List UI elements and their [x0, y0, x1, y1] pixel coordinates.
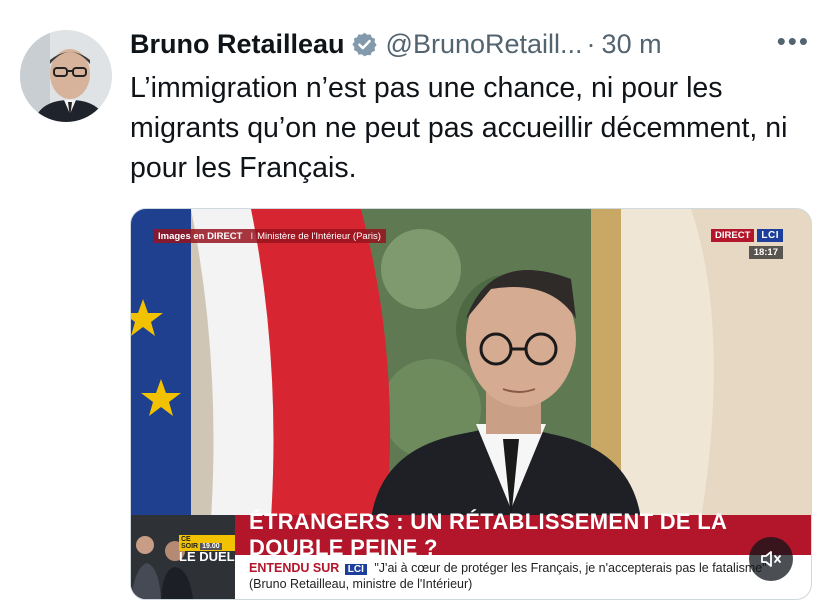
quote-bar: ENTENDU SUR LCI "J'ai à cœur de protéger…: [235, 555, 811, 599]
verified-badge-icon: [351, 31, 378, 58]
volume-muted-icon[interactable]: [749, 537, 793, 581]
video-player[interactable]: Images en DIRECT I Ministère de l'Intéri…: [130, 208, 812, 600]
channel-logo: LCI: [757, 229, 783, 242]
author-name[interactable]: Bruno Retailleau: [130, 29, 345, 60]
broadcast-clock: 18:17: [748, 246, 783, 259]
live-location-overlay: Images en DIRECT I Ministère de l'Intéri…: [153, 229, 386, 243]
headline-bar: ÉTRANGERS : UN RÉTABLISSEMENT DE LA DOUB…: [235, 509, 811, 560]
tweet-text: L’immigration n’est pas une chance, ni p…: [130, 72, 788, 184]
preview-title: LE DUEL: [179, 549, 235, 564]
channel-bug: DIRECT LCI 18:17: [711, 229, 783, 260]
tweet-header: Bruno Retailleau @BrunoRetaill... · 30 m…: [130, 24, 810, 64]
lower-third: CE SOIR 19.00 LE DUEL ÉTRANGERS : UN RÉTA…: [131, 509, 811, 599]
overlay-live-label: Images en DIRECT: [158, 230, 243, 242]
overlay-separator: I: [250, 230, 254, 242]
author-avatar-image: [20, 30, 112, 122]
header-separator: ·: [586, 28, 596, 59]
author-handle[interactable]: @BrunoRetaill...: [386, 29, 583, 60]
direct-tag: DIRECT: [711, 229, 755, 242]
more-dots-icon[interactable]: •••: [777, 26, 810, 57]
program-preview: CE SOIR 19.00 LE DUEL: [131, 515, 235, 599]
author-avatar[interactable]: [20, 30, 112, 122]
quote-prefix: ENTENDU SUR: [249, 561, 340, 575]
tweet-timestamp[interactable]: 30 m: [602, 29, 662, 60]
quote-channel: LCI: [344, 564, 367, 575]
overlay-location: Ministère de l'Intérieur (Paris): [257, 230, 381, 242]
